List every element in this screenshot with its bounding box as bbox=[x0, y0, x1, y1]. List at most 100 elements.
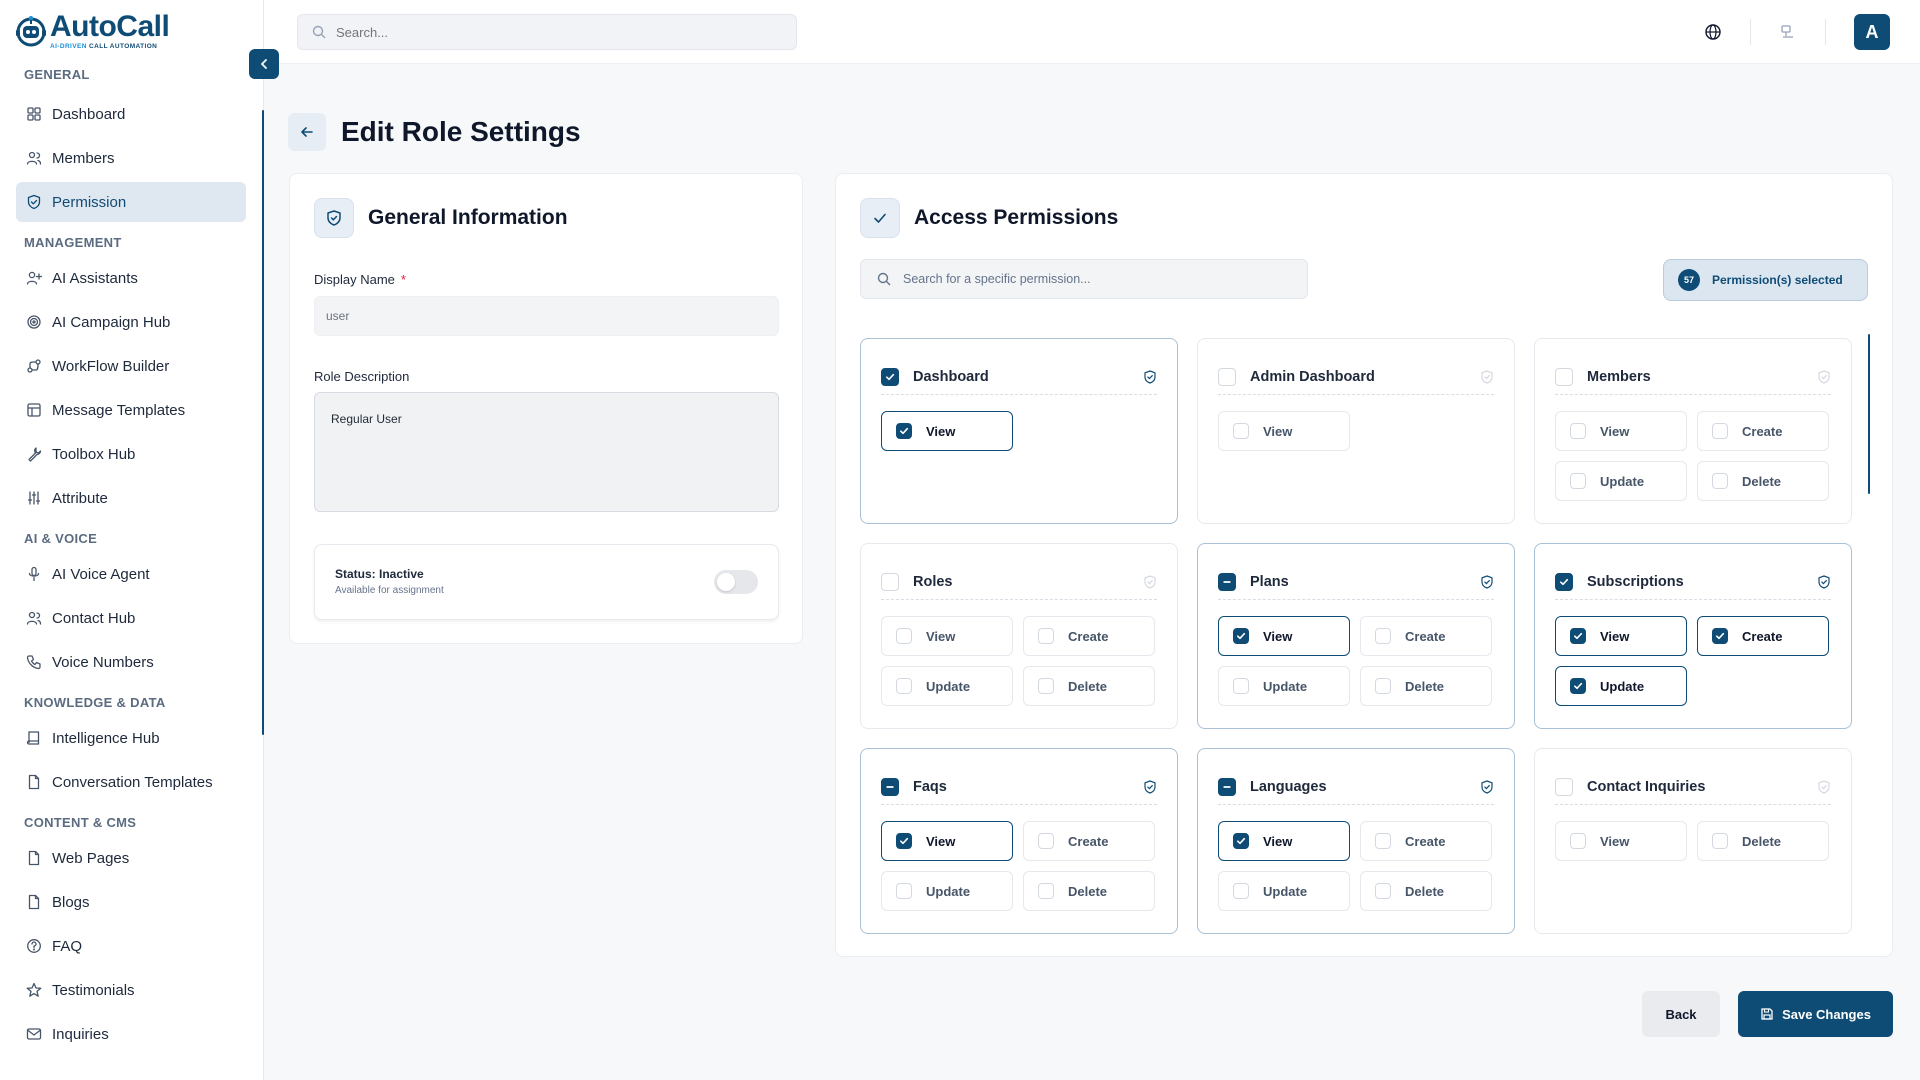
module-checkbox[interactable] bbox=[1218, 367, 1236, 386]
sidebar-item-message-templates[interactable]: Message Templates bbox=[16, 390, 246, 430]
option-checkbox[interactable] bbox=[896, 833, 912, 849]
permission-option-delete[interactable]: Delete bbox=[1697, 821, 1829, 861]
status-toggle[interactable] bbox=[714, 570, 758, 594]
general-info-title: General Information bbox=[368, 206, 568, 229]
global-search-input[interactable] bbox=[336, 24, 776, 40]
option-checkbox[interactable] bbox=[1712, 628, 1728, 644]
module-checkbox[interactable] bbox=[1555, 367, 1573, 386]
permission-option-view[interactable]: View bbox=[1218, 616, 1350, 656]
option-checkbox[interactable] bbox=[896, 883, 912, 899]
sidebar-item-web-pages[interactable]: Web Pages bbox=[16, 838, 246, 878]
permission-option-update[interactable]: Update bbox=[1218, 871, 1350, 911]
permission-option-update[interactable]: Update bbox=[881, 666, 1013, 706]
back-arrow-button[interactable] bbox=[288, 113, 326, 151]
sidebar-item-blogs[interactable]: Blogs bbox=[16, 882, 246, 922]
option-checkbox[interactable] bbox=[1233, 423, 1249, 439]
logo[interactable]: AutoCall AI-DRIVEN CALL AUTOMATION bbox=[14, 12, 170, 50]
permission-option-delete[interactable]: Delete bbox=[1023, 666, 1155, 706]
permission-option-delete[interactable]: Delete bbox=[1697, 461, 1829, 501]
role-description-field[interactable]: Regular User bbox=[314, 392, 779, 512]
permission-option-view[interactable]: View bbox=[1555, 411, 1687, 451]
sidebar-item-toolbox-hub[interactable]: Toolbox Hub bbox=[16, 434, 246, 474]
module-checkbox[interactable] bbox=[881, 367, 899, 386]
option-checkbox[interactable] bbox=[896, 628, 912, 644]
permission-option-create[interactable]: Create bbox=[1360, 821, 1492, 861]
permission-option-view[interactable]: View bbox=[881, 616, 1013, 656]
sidebar-item-testimonials[interactable]: Testimonials bbox=[16, 970, 246, 1010]
permission-option-create[interactable]: Create bbox=[1023, 616, 1155, 656]
sidebar-item-workflow-builder[interactable]: WorkFlow Builder bbox=[16, 346, 246, 386]
option-checkbox[interactable] bbox=[1712, 833, 1728, 849]
collapse-sidebar-button[interactable] bbox=[249, 49, 279, 79]
sidebar-item-voice-numbers[interactable]: Voice Numbers bbox=[16, 642, 246, 682]
option-checkbox[interactable] bbox=[1570, 423, 1586, 439]
permission-option-update[interactable]: Update bbox=[1555, 461, 1687, 501]
option-checkbox[interactable] bbox=[1375, 678, 1391, 694]
sidebar-item-ai-voice-agent[interactable]: AI Voice Agent bbox=[16, 554, 246, 594]
permission-option-create[interactable]: Create bbox=[1360, 616, 1492, 656]
sidebar-item-faq[interactable]: FAQ bbox=[16, 926, 246, 966]
globe-icon[interactable] bbox=[1704, 23, 1722, 41]
permission-option-update[interactable]: Update bbox=[1555, 666, 1687, 706]
module-checkbox[interactable] bbox=[1555, 572, 1573, 591]
permission-option-create[interactable]: Create bbox=[1023, 821, 1155, 861]
sidebar-item-attribute[interactable]: Attribute bbox=[16, 478, 246, 518]
module-checkbox[interactable] bbox=[881, 777, 899, 796]
theme-toggle-icon[interactable] bbox=[1779, 23, 1797, 41]
permission-option-create[interactable]: Create bbox=[1697, 616, 1829, 656]
permission-option-delete[interactable]: Delete bbox=[1023, 871, 1155, 911]
option-checkbox[interactable] bbox=[1375, 833, 1391, 849]
permission-option-view[interactable]: View bbox=[1555, 821, 1687, 861]
permission-option-view[interactable]: View bbox=[1218, 821, 1350, 861]
option-checkbox[interactable] bbox=[1570, 833, 1586, 849]
sidebar-scrollbar[interactable] bbox=[262, 110, 264, 735]
sidebar-item-inquiries[interactable]: Inquiries bbox=[16, 1014, 246, 1054]
option-checkbox[interactable] bbox=[1038, 628, 1054, 644]
option-checkbox[interactable] bbox=[1570, 628, 1586, 644]
permission-option-update[interactable]: Update bbox=[1218, 666, 1350, 706]
option-checkbox[interactable] bbox=[1570, 678, 1586, 694]
option-checkbox[interactable] bbox=[896, 423, 912, 439]
sidebar-item-members[interactable]: Members bbox=[16, 138, 246, 178]
module-checkbox[interactable] bbox=[881, 572, 899, 591]
permission-option-delete[interactable]: Delete bbox=[1360, 666, 1492, 706]
user-avatar[interactable]: A bbox=[1854, 14, 1890, 50]
save-changes-button[interactable]: Save Changes bbox=[1738, 991, 1893, 1037]
option-checkbox[interactable] bbox=[1038, 678, 1054, 694]
sidebar-item-dashboard[interactable]: Dashboard bbox=[16, 94, 246, 134]
permission-option-create[interactable]: Create bbox=[1697, 411, 1829, 451]
module-checkbox[interactable] bbox=[1555, 777, 1573, 796]
global-search[interactable] bbox=[297, 14, 797, 50]
sidebar-item-ai-campaign-hub[interactable]: AI Campaign Hub bbox=[16, 302, 246, 342]
option-checkbox[interactable] bbox=[1375, 628, 1391, 644]
module-checkbox[interactable] bbox=[1218, 572, 1236, 591]
option-checkbox[interactable] bbox=[1233, 833, 1249, 849]
display-name-field[interactable]: user bbox=[314, 296, 779, 336]
permission-grid-scrollbar[interactable] bbox=[1868, 334, 1870, 494]
option-checkbox[interactable] bbox=[896, 678, 912, 694]
module-checkbox[interactable] bbox=[1218, 777, 1236, 796]
permission-option-view[interactable]: View bbox=[1555, 616, 1687, 656]
permission-option-view[interactable]: View bbox=[881, 821, 1013, 861]
permission-option-view[interactable]: View bbox=[881, 411, 1013, 451]
permission-option-update[interactable]: Update bbox=[881, 871, 1013, 911]
back-button[interactable]: Back bbox=[1642, 991, 1720, 1037]
sidebar-item-ai-assistants[interactable]: AI Assistants bbox=[16, 258, 246, 298]
option-checkbox[interactable] bbox=[1712, 473, 1728, 489]
option-checkbox[interactable] bbox=[1038, 833, 1054, 849]
sidebar-item-permission[interactable]: Permission bbox=[16, 182, 246, 222]
option-checkbox[interactable] bbox=[1570, 473, 1586, 489]
permission-search[interactable]: Search for a specific permission... bbox=[860, 259, 1308, 299]
option-checkbox[interactable] bbox=[1233, 883, 1249, 899]
sidebar-item-intelligence-hub[interactable]: Intelligence Hub bbox=[16, 718, 246, 758]
option-checkbox[interactable] bbox=[1233, 628, 1249, 644]
permission-option-view[interactable]: View bbox=[1218, 411, 1350, 451]
option-checkbox[interactable] bbox=[1375, 883, 1391, 899]
option-checkbox[interactable] bbox=[1712, 423, 1728, 439]
sidebar-item-conversation-templates[interactable]: Conversation Templates bbox=[16, 762, 246, 802]
option-checkbox[interactable] bbox=[1233, 678, 1249, 694]
permission-option-delete[interactable]: Delete bbox=[1360, 871, 1492, 911]
option-checkbox[interactable] bbox=[1038, 883, 1054, 899]
sidebar-item-contact-hub[interactable]: Contact Hub bbox=[16, 598, 246, 638]
sidebar-item-label: WorkFlow Builder bbox=[52, 357, 170, 375]
